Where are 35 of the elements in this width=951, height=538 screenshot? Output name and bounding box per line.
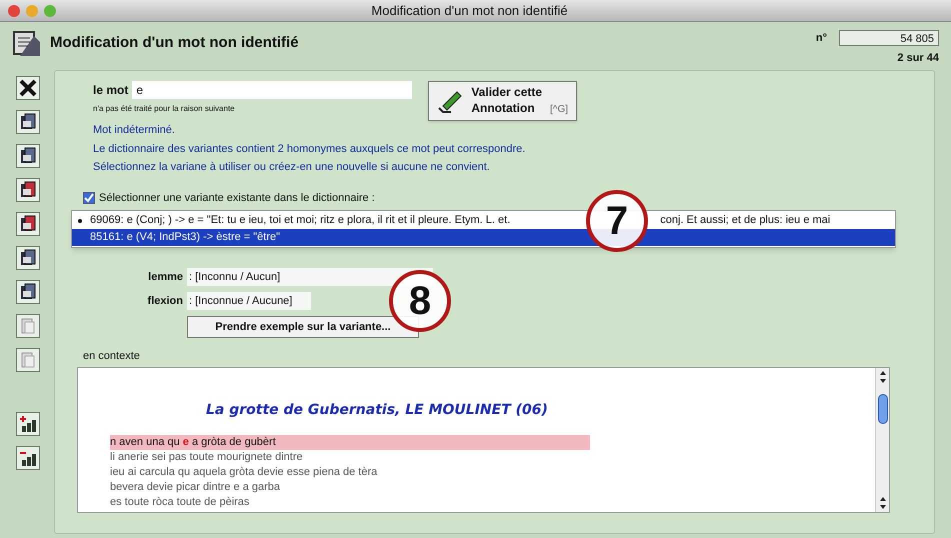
- number-label: n°: [816, 31, 827, 46]
- field-label: flexion: [146, 294, 183, 309]
- number-field: 54 805: [839, 30, 939, 46]
- text-field[interactable]: : [Inconnue / Aucune]: [187, 292, 311, 310]
- context-line: ieu ai carcula qu aquela gròta devie esse piena de tèra: [110, 464, 378, 480]
- scroll-arrows-icon: [878, 496, 886, 510]
- validate-button[interactable]: Valider cette Annotation [^G]: [428, 81, 578, 121]
- zoom-in-icon[interactable]: [16, 412, 40, 436]
- delete-icon[interactable]: [16, 76, 40, 100]
- example-button[interactable]: Prendre exemple sur la variante...: [187, 316, 419, 338]
- context-title: La grotte de Gubernatis, LE MOULINET (06): [206, 400, 549, 420]
- scroll-arrows-icon: [878, 370, 886, 384]
- context-line: es toute ròca toute de pèiras: [110, 494, 250, 510]
- checkbox-label: Sélectionner une variante existante dans le dictionnaire :: [99, 190, 375, 206]
- info-message: Mot indéterminé.: [93, 123, 176, 138]
- reason-label: n'a pas été traité pour la raison suivante: [93, 103, 236, 115]
- context-label: en contexte: [83, 349, 141, 364]
- word-field[interactable]: e: [132, 81, 412, 99]
- page-title: Modification d'un mot non identifié: [50, 33, 299, 53]
- window-title: Modification d'un mot non identifié: [371, 2, 568, 20]
- callout-badge: 8: [389, 270, 451, 332]
- word-label: le mot: [93, 82, 128, 99]
- checkbox[interactable]: [83, 192, 95, 204]
- info-message: Le dictionnaire des variantes contient 2 homonymes auxquels ce mot peut correspondre.: [93, 142, 526, 156]
- document-icon: [12, 30, 42, 58]
- record-position: 2 sur 44: [897, 50, 939, 66]
- callout-badge: 7: [586, 190, 648, 252]
- bullet-icon: [78, 218, 82, 222]
- context-line: bevera devie picar dintre e a garba: [110, 480, 280, 494]
- field-label: lemme: [147, 270, 183, 285]
- close-button[interactable]: [8, 4, 20, 16]
- zoom-out-icon[interactable]: [16, 446, 40, 470]
- info-message: Sélectionnez la variane à utiliser ou créez-en une nouvelle si aucune ne convient.: [93, 160, 491, 175]
- scroll-thumb[interactable]: [878, 394, 888, 424]
- context-line: li anerie sei pas toute mourignete dintre: [110, 450, 303, 464]
